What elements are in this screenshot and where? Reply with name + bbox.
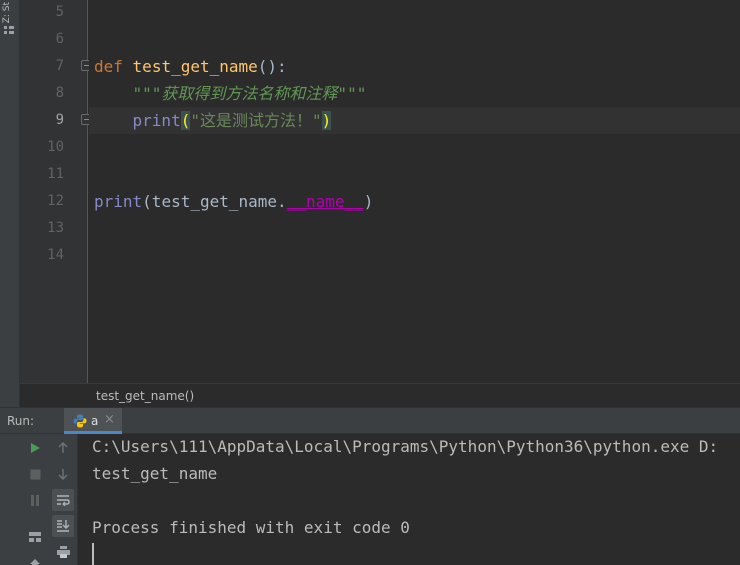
- builtin-print: print: [132, 111, 181, 130]
- stop-button[interactable]: [24, 463, 46, 485]
- paren-close: ): [363, 192, 374, 211]
- console-line: Process finished with exit code 0: [92, 518, 410, 537]
- layout-icon: [29, 532, 41, 542]
- structure-icon: [4, 26, 14, 34]
- next-occurrence-button[interactable]: [52, 463, 74, 485]
- string-literal: "这是测试方法！": [190, 111, 322, 130]
- console-line: test_get_name: [92, 464, 218, 483]
- up-arrow-icon: [58, 442, 68, 453]
- builtin-print: print: [94, 192, 143, 211]
- line-number: 11: [47, 166, 64, 182]
- print-icon: [56, 546, 70, 558]
- def-signature-tail: ():: [257, 57, 287, 76]
- layout-button[interactable]: [24, 526, 46, 548]
- line-number: 14: [47, 247, 64, 263]
- line-number: 8: [55, 85, 64, 101]
- structure-side-strip[interactable]: Z: St: [0, 0, 20, 407]
- docstring: """获取得到方法名称和注释""": [132, 84, 367, 103]
- scroll-to-end-button[interactable]: [52, 515, 74, 537]
- previous-occurrence-button[interactable]: [52, 437, 74, 459]
- line-number: 13: [47, 220, 64, 236]
- line-number: 10: [47, 139, 64, 155]
- stop-icon: [30, 469, 40, 479]
- code-line-print-name: print(test_get_name.__name__): [94, 188, 373, 215]
- text-caret: [92, 543, 94, 565]
- line-number: 5: [55, 4, 64, 20]
- pause-icon: [31, 494, 39, 506]
- paren-open: (: [180, 111, 191, 130]
- run-panel-title: Run:: [7, 414, 35, 428]
- print-button[interactable]: [52, 541, 74, 563]
- soft-wrap-button[interactable]: [52, 489, 74, 511]
- soft-wrap-icon: [57, 495, 70, 506]
- paren-close: ): [321, 111, 332, 130]
- code-editor[interactable]: def test_get_name(): """获取得到方法名称和注释""" p…: [89, 0, 740, 383]
- run-icon: [31, 443, 40, 453]
- run-tab-label[interactable]: a: [91, 414, 98, 428]
- run-console[interactable]: C:\Users\111\AppData\Local\Programs\Pyth…: [79, 434, 740, 565]
- line-number: 7: [55, 58, 64, 74]
- run-button[interactable]: [24, 437, 46, 459]
- scroll-to-end-icon: [57, 520, 70, 532]
- function-name: test_get_name: [132, 57, 258, 76]
- pin-button[interactable]: [24, 553, 46, 565]
- breadcrumb-item[interactable]: test_get_name(): [96, 389, 194, 403]
- run-toolbar: [0, 434, 78, 565]
- code-line-print: print("这是测试方法！"): [94, 107, 332, 134]
- line-number-current: 9: [55, 112, 64, 128]
- code-line-def: def test_get_name():: [94, 53, 287, 80]
- python-icon: [73, 414, 87, 428]
- run-panel-header: Run: a ×: [0, 407, 740, 434]
- close-icon[interactable]: ×: [104, 412, 115, 427]
- structure-tab-label[interactable]: Z: St: [2, 2, 12, 23]
- editor-gutter: 5 6 7 8 9 10 11 12 13 14: [20, 0, 92, 383]
- line-number: 6: [55, 31, 64, 47]
- print-args: (test_get_name.: [142, 192, 287, 211]
- code-line-docstring: """获取得到方法名称和注释""": [94, 80, 367, 107]
- breadcrumb[interactable]: test_get_name(): [20, 383, 740, 407]
- console-line: C:\Users\111\AppData\Local\Programs\Pyth…: [92, 437, 719, 456]
- magic-attribute: __name__: [286, 192, 364, 211]
- pin-icon: [30, 559, 40, 565]
- down-arrow-icon: [58, 469, 68, 480]
- pause-button[interactable]: [24, 489, 46, 511]
- run-config-tab[interactable]: a ×: [64, 408, 122, 434]
- line-number: 12: [47, 193, 64, 209]
- keyword-def: def: [94, 57, 123, 76]
